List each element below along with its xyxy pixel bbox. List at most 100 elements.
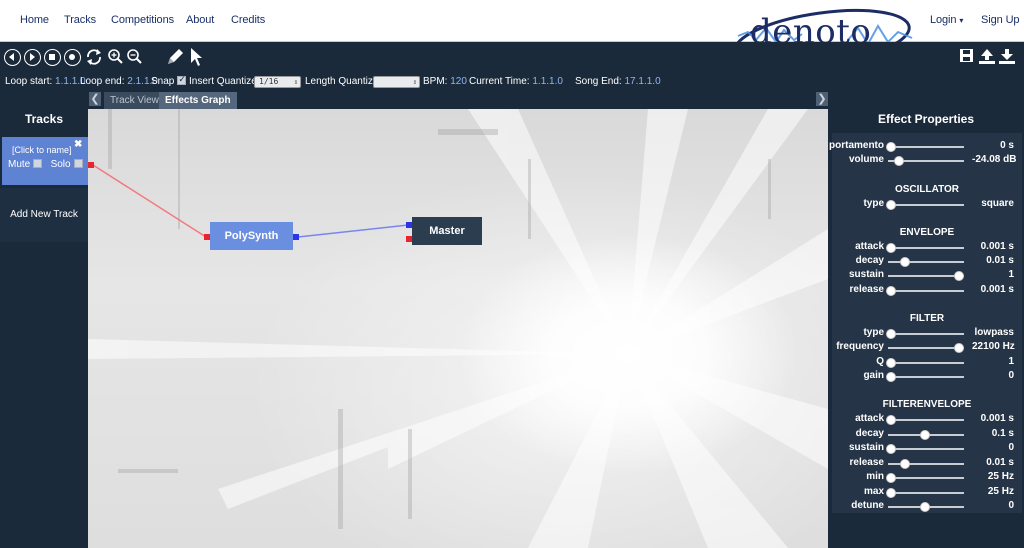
slider-knob[interactable]: [894, 156, 905, 166]
prop-value: 0.001 s: [980, 413, 1014, 424]
prop-value: 0: [1008, 442, 1014, 453]
prop-slider[interactable]: [888, 156, 964, 166]
connections-layer: [92, 164, 409, 238]
insert-quantize-select[interactable]: 1/16 ⇕: [254, 76, 301, 88]
prop-slider[interactable]: [888, 343, 964, 353]
prop-row-env-attack: attack 0.001 s: [832, 241, 1022, 255]
prop-slider[interactable]: [886, 200, 964, 210]
track-name[interactable]: [Click to name]: [12, 145, 72, 155]
prop-slider[interactable]: [888, 430, 964, 440]
prop-value: 25 Hz: [987, 486, 1014, 497]
slider-knob[interactable]: [886, 142, 896, 152]
prop-slider[interactable]: [888, 459, 964, 469]
current-time-value: 1.1.1.0: [532, 76, 563, 87]
zoom-in-icon[interactable]: [107, 47, 125, 72]
scroll-right-icon[interactable]: ❯: [816, 92, 828, 106]
close-icon[interactable]: ✖: [74, 139, 82, 150]
slider-knob[interactable]: [886, 473, 896, 483]
prop-slider[interactable]: [886, 286, 964, 296]
solo-checkbox[interactable]: [73, 159, 83, 168]
length-quantize-select[interactable]: ⇕: [373, 76, 420, 88]
stop-icon[interactable]: [44, 49, 61, 66]
slider-knob[interactable]: [899, 257, 910, 267]
mute-checkbox[interactable]: [33, 159, 43, 168]
prop-slider[interactable]: [886, 372, 964, 382]
slider-knob[interactable]: [920, 502, 930, 512]
prop-value: 0.1 s: [991, 428, 1014, 439]
nav-home[interactable]: Home: [20, 14, 49, 26]
slider-knob[interactable]: [954, 271, 964, 281]
prop-slider[interactable]: [886, 473, 964, 483]
polysynth-input-port[interactable]: [204, 234, 210, 240]
slider-knob[interactable]: [954, 343, 964, 353]
record-icon[interactable]: [64, 49, 81, 66]
prop-label: type: [863, 327, 884, 338]
slider-knob[interactable]: [886, 200, 896, 210]
prop-slider[interactable]: [886, 444, 964, 454]
prop-label: gain: [863, 370, 884, 381]
prop-slider[interactable]: [888, 502, 964, 512]
pointer-icon[interactable]: [188, 46, 204, 73]
slider-knob[interactable]: [886, 358, 896, 368]
prop-value: 0: [1008, 500, 1014, 511]
track-output-port[interactable]: [88, 162, 94, 168]
prop-label: release: [849, 457, 884, 468]
prop-row-fenv-sustain: sustain 0: [832, 442, 1022, 456]
tab-effects-graph[interactable]: Effects Graph: [159, 92, 237, 109]
prop-label: frequency: [836, 341, 884, 352]
master-input-port-2[interactable]: [406, 236, 412, 242]
pencil-icon[interactable]: [164, 46, 186, 73]
nav-tracks[interactable]: Tracks: [64, 14, 96, 26]
scroll-left-icon[interactable]: ❮: [89, 92, 101, 106]
prop-row-fenv-max: max 25 Hz: [832, 486, 1022, 500]
bpm-value[interactable]: 120: [450, 76, 467, 87]
play-icon[interactable]: [24, 49, 41, 66]
song-end-value[interactable]: 17.1.1.0: [625, 76, 661, 87]
prop-slider[interactable]: [886, 142, 964, 152]
nav-about[interactable]: About: [186, 14, 214, 26]
slider-knob[interactable]: [899, 459, 910, 469]
connection-polysynth-master: [297, 224, 409, 238]
nav-competitions[interactable]: Competitions: [111, 14, 174, 26]
zoom-out-icon[interactable]: [126, 47, 144, 72]
rewind-icon[interactable]: [4, 49, 21, 66]
slider-knob[interactable]: [886, 286, 896, 296]
download-icon[interactable]: [998, 47, 1016, 70]
nav-credits[interactable]: Credits: [231, 14, 265, 26]
polysynth-output-port[interactable]: [293, 234, 299, 240]
slider-knob[interactable]: [886, 415, 896, 425]
node-master[interactable]: Master: [412, 217, 482, 245]
prop-slider[interactable]: [888, 271, 964, 281]
slider-knob[interactable]: [920, 430, 930, 440]
prop-label: sustain: [848, 269, 884, 280]
effects-graph-canvas[interactable]: PolySynth Master: [88, 109, 828, 548]
mute-label: Mute: [8, 159, 31, 170]
slider-knob[interactable]: [886, 329, 896, 339]
prop-slider[interactable]: [886, 243, 964, 253]
snap-checkbox[interactable]: [177, 74, 187, 85]
prop-slider[interactable]: [886, 415, 964, 425]
prop-label: volume: [848, 154, 884, 165]
master-input-port[interactable]: [406, 222, 412, 228]
slider-knob[interactable]: [886, 243, 896, 253]
prop-label: attack: [855, 241, 884, 252]
prop-value: 0.01 s: [986, 457, 1014, 468]
prop-slider[interactable]: [888, 257, 964, 267]
signup-link[interactable]: Sign Up: [981, 14, 1020, 26]
slider-knob[interactable]: [886, 372, 896, 382]
node-polysynth[interactable]: PolySynth: [210, 222, 293, 250]
prop-slider[interactable]: [886, 358, 964, 368]
save-icon[interactable]: [959, 47, 975, 68]
slider-knob[interactable]: [886, 444, 896, 454]
prop-slider[interactable]: [886, 329, 964, 339]
prop-slider[interactable]: [886, 488, 964, 498]
slider-knob[interactable]: [886, 488, 896, 498]
tab-track-view[interactable]: Track View: [104, 92, 165, 109]
login-label: Login: [930, 14, 957, 26]
prop-value: square: [981, 198, 1014, 209]
effect-properties-title: Effect Properties: [877, 112, 975, 126]
login-dropdown[interactable]: Login ▾: [930, 14, 963, 26]
add-new-track-button[interactable]: Add New Track: [0, 188, 88, 242]
upload-icon[interactable]: [978, 47, 996, 70]
loop-icon[interactable]: [84, 47, 104, 72]
